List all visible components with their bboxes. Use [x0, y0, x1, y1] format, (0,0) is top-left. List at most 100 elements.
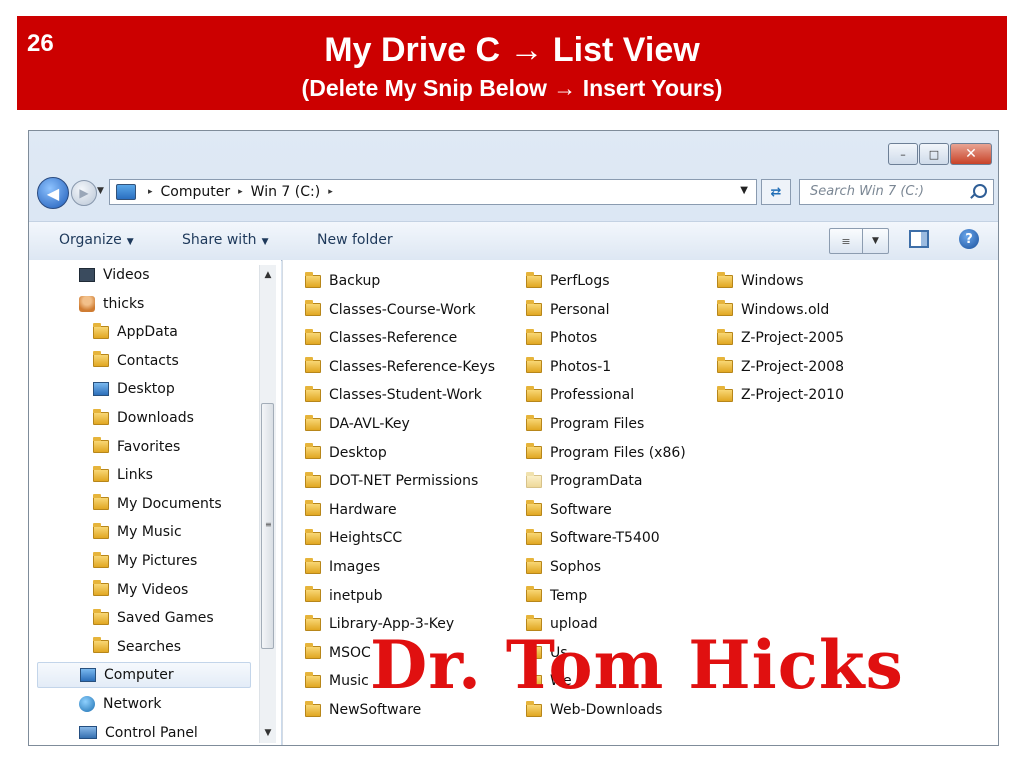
nav-item-thicks[interactable]: thicks: [79, 291, 144, 317]
change-view-button[interactable]: ≡ ▼: [829, 228, 889, 254]
nav-item-my-music[interactable]: My Music: [93, 519, 182, 545]
nav-item-favorites[interactable]: Favorites: [93, 434, 180, 460]
list-item[interactable]: ProgramData: [526, 468, 643, 494]
refresh-button[interactable]: ⇄: [761, 179, 791, 205]
folder-icon: [526, 271, 542, 288]
list-item[interactable]: Software-T5400: [526, 525, 660, 551]
nav-item-contacts[interactable]: Contacts: [93, 348, 179, 374]
command-bar: Organize ▼ Share with ▼ New folder ≡ ▼ ?: [29, 221, 998, 261]
folder-icon: [526, 328, 542, 345]
list-item[interactable]: Z-Project-2005: [717, 325, 844, 351]
list-item[interactable]: PerfLogs: [526, 268, 610, 294]
chevron-down-icon: ▼: [261, 237, 269, 247]
list-item[interactable]: Windows: [717, 268, 804, 294]
nav-item-my-videos[interactable]: My Videos: [93, 577, 188, 603]
list-item[interactable]: Classes-Course-Work: [305, 297, 476, 323]
list-item[interactable]: inetpub: [305, 583, 383, 609]
list-item[interactable]: Z-Project-2010: [717, 382, 844, 408]
maximize-button[interactable]: □: [919, 143, 949, 165]
list-item[interactable]: Hardware: [305, 497, 397, 523]
folder-name: Program Files (x86): [550, 444, 686, 461]
list-item[interactable]: Program Files: [526, 411, 644, 437]
recent-pages-dropdown[interactable]: ▼: [97, 186, 104, 196]
list-item[interactable]: Desktop: [305, 440, 387, 466]
list-item[interactable]: Windows.old: [717, 297, 829, 323]
folder-name: Classes-Reference-Keys: [329, 358, 496, 375]
new-folder-button[interactable]: New folder: [317, 232, 393, 248]
nav-item-computer[interactable]: Computer: [37, 662, 251, 689]
breadcrumb-drive[interactable]: Win 7 (C:): [251, 184, 321, 200]
list-item[interactable]: Software: [526, 497, 612, 523]
pictures-icon: [93, 551, 109, 568]
minimize-button[interactable]: –: [888, 143, 918, 165]
list-item[interactable]: Personal: [526, 297, 610, 323]
nav-item-appdata[interactable]: AppData: [93, 319, 178, 345]
nav-item-control-panel[interactable]: Control Panel: [79, 720, 198, 745]
breadcrumb-separator[interactable]: ▸: [148, 187, 153, 197]
address-dropdown-icon[interactable]: ▼: [740, 185, 748, 196]
breadcrumb-separator[interactable]: ▸: [238, 187, 243, 197]
list-item[interactable]: Classes-Reference-Keys: [305, 354, 495, 380]
nav-item-network[interactable]: Network: [79, 691, 161, 717]
list-item[interactable]: Music: [305, 668, 369, 694]
folder-name: Z-Project-2010: [741, 387, 844, 404]
list-item[interactable]: HeightsCC: [305, 525, 402, 551]
folder-icon: [526, 414, 542, 431]
breadcrumb-computer[interactable]: Computer: [161, 184, 231, 200]
nav-item-label: Videos: [103, 267, 150, 283]
contacts-icon: [93, 351, 109, 368]
nav-item-my-documents[interactable]: My Documents: [93, 491, 222, 517]
nav-item-downloads[interactable]: Downloads: [93, 405, 194, 431]
chevron-down-icon[interactable]: ▼: [863, 229, 888, 253]
list-item[interactable]: Backup: [305, 268, 380, 294]
help-icon[interactable]: ?: [959, 229, 979, 249]
search-icon[interactable]: [973, 184, 987, 198]
list-item[interactable]: Classes-Reference: [305, 325, 457, 351]
list-item[interactable]: DA-AVL-Key: [305, 411, 410, 437]
nav-item-links[interactable]: Links: [93, 462, 153, 488]
folder-name: Temp: [550, 587, 588, 604]
nav-item-saved-games[interactable]: Saved Games: [93, 605, 214, 631]
list-item[interactable]: Photos: [526, 325, 597, 351]
searches-icon: [93, 637, 109, 654]
folder-icon: [526, 700, 542, 717]
search-input[interactable]: Search Win 7 (C:): [799, 179, 994, 205]
breadcrumb-separator[interactable]: ▸: [328, 187, 333, 197]
list-item[interactable]: MSOC: [305, 640, 371, 666]
close-button[interactable]: ✕: [950, 143, 992, 165]
share-with-menu[interactable]: Share with ▼: [182, 232, 268, 248]
scroll-down-icon[interactable]: ▼: [260, 725, 276, 741]
address-bar[interactable]: ▸ Computer ▸ Win 7 (C:) ▸ ▼: [109, 179, 757, 205]
list-item[interactable]: Images: [305, 554, 380, 580]
folder-icon: [305, 385, 321, 402]
list-item[interactable]: Program Files (x86): [526, 440, 686, 466]
folder-name: inetpub: [329, 587, 383, 604]
nav-item-videos[interactable]: Videos: [79, 262, 150, 288]
list-item[interactable]: Professional: [526, 382, 634, 408]
list-item[interactable]: Classes-Student-Work: [305, 382, 482, 408]
preview-pane-icon[interactable]: [909, 230, 929, 248]
author-watermark: Dr. Tom Hicks: [370, 626, 904, 704]
scroll-up-icon[interactable]: ▲: [260, 267, 276, 283]
user-folder-icon: [79, 295, 95, 312]
organize-menu[interactable]: Organize ▼: [59, 232, 134, 248]
folder-icon: [305, 614, 321, 631]
view-list-icon[interactable]: ≡: [830, 229, 863, 253]
forward-button[interactable]: ▶: [71, 180, 97, 206]
folder-name: Sophos: [550, 559, 602, 575]
nav-item-my-pictures[interactable]: My Pictures: [93, 548, 197, 574]
list-item[interactable]: Temp: [526, 583, 587, 609]
list-item[interactable]: DOT-NET Permissions: [305, 468, 478, 494]
back-button[interactable]: ◀: [37, 177, 69, 209]
nav-item-desktop[interactable]: Desktop: [93, 376, 175, 402]
list-item[interactable]: Sophos: [526, 554, 601, 580]
folder-icon: [305, 557, 321, 574]
nav-item-label: Network: [103, 696, 162, 712]
nav-item-label: thicks: [103, 295, 145, 312]
list-item[interactable]: Z-Project-2008: [717, 354, 844, 380]
nav-item-searches[interactable]: Searches: [93, 634, 181, 660]
folder-name: Classes-Student-Work: [329, 387, 482, 404]
scrollbar-thumb[interactable]: ≡: [261, 403, 274, 649]
nav-scrollbar[interactable]: ▲ ≡ ▼: [259, 265, 276, 743]
list-item[interactable]: Photos-1: [526, 354, 611, 380]
